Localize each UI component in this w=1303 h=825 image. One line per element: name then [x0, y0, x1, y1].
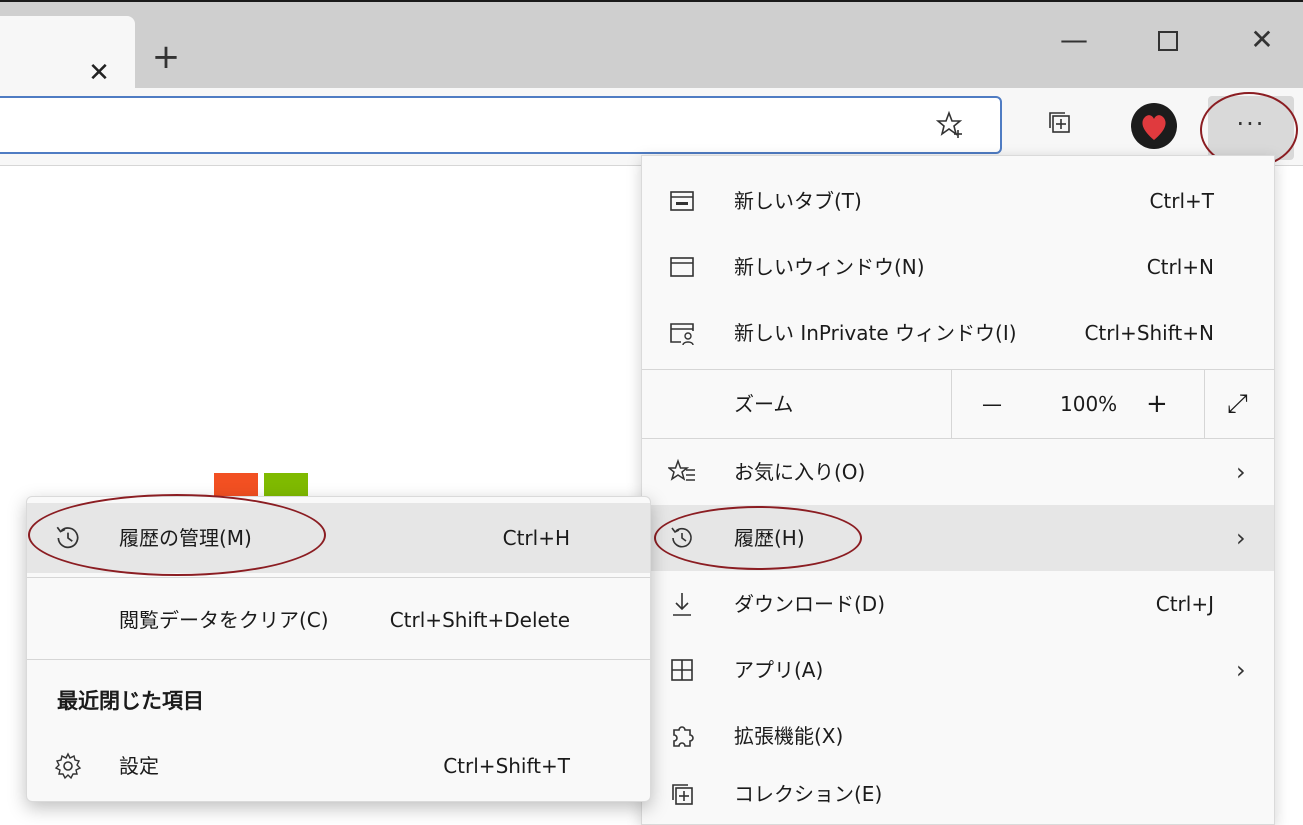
menu-item-apps[interactable]: アプリ(A) ›	[642, 637, 1274, 703]
minimize-button[interactable]: —	[1044, 20, 1104, 60]
divider	[27, 577, 650, 578]
menu-item-settings[interactable]: 設定 Ctrl+Shift+T	[27, 731, 650, 801]
menu-item-new-tab[interactable]: 新しいタブ(T) Ctrl+T	[642, 168, 1274, 234]
menu-item-label: お気に入り(O)	[734, 460, 866, 484]
zoom-out-button[interactable]: —	[982, 370, 1002, 438]
zoom-level: 100%	[1060, 392, 1118, 416]
menu-item-label: 新しいウィンドウ(N)	[734, 255, 925, 279]
shortcut: Ctrl+J	[1155, 592, 1214, 616]
chevron-right-icon: ›	[1236, 524, 1246, 552]
gear-icon	[53, 751, 83, 781]
menu-item-zoom: ズーム	[642, 370, 1274, 438]
address-bar[interactable]	[0, 96, 1002, 154]
inprivate-icon	[668, 319, 696, 347]
maximize-icon	[1158, 31, 1178, 51]
menu-item-extensions[interactable]: 拡張機能(X)	[642, 703, 1274, 769]
shortcut: Ctrl+N	[1146, 255, 1214, 279]
star-plus-icon[interactable]	[935, 110, 966, 140]
menu-item-history[interactable]: 履歴(H) ›	[642, 505, 1274, 571]
title-bar: ✕ + — ✕	[0, 0, 1303, 90]
collections-icon	[668, 780, 696, 808]
menu-item-label: 履歴(H)	[734, 526, 805, 550]
divider	[27, 659, 650, 660]
shortcut: Ctrl+H	[502, 526, 570, 550]
new-tab-button[interactable]: +	[148, 40, 184, 76]
download-icon	[668, 590, 696, 618]
shortcut: Ctrl+Shift+N	[1084, 321, 1214, 345]
menu-item-label: 拡張機能(X)	[734, 724, 844, 748]
menu-item-inprivate[interactable]: 新しい InPrivate ウィンドウ(I) Ctrl+Shift+N	[642, 300, 1274, 366]
divider	[951, 370, 952, 438]
maximize-button[interactable]	[1138, 20, 1198, 60]
history-icon	[53, 523, 83, 553]
zoom-label: ズーム	[734, 392, 794, 416]
extensions-icon	[668, 722, 696, 750]
shortcut: Ctrl+Shift+T	[443, 754, 570, 778]
avatar[interactable]	[1130, 102, 1178, 150]
window-icon	[668, 253, 696, 281]
menu-item-manage-history[interactable]: 履歴の管理(M) Ctrl+H	[27, 503, 650, 573]
menu-item-label: 新しいタブ(T)	[734, 189, 862, 213]
menu-item-favorites[interactable]: お気に入り(O) ›	[642, 439, 1274, 505]
chevron-right-icon: ›	[1236, 656, 1246, 684]
collections-icon[interactable]	[1040, 108, 1080, 148]
menu-item-label: 新しい InPrivate ウィンドウ(I)	[734, 321, 1017, 345]
menu-item-label: ダウンロード(D)	[734, 592, 886, 616]
chevron-right-icon: ›	[1236, 458, 1246, 486]
zoom-in-button[interactable]: +	[1146, 370, 1168, 438]
new-tab-icon	[668, 187, 696, 215]
shortcut: Ctrl+T	[1149, 189, 1214, 213]
shortcut: Ctrl+Shift+Delete	[389, 608, 570, 632]
menu-item-label: 閲覧データをクリア(C)	[119, 608, 329, 632]
favorites-icon	[666, 458, 696, 486]
menu-item-label: 設定	[119, 754, 159, 778]
tab-close-icon[interactable]: ✕	[84, 58, 114, 88]
menu-item-label: 履歴の管理(M)	[119, 526, 252, 550]
apps-icon	[668, 656, 696, 684]
fullscreen-button[interactable]: ⤢	[1227, 370, 1248, 438]
divider	[1204, 370, 1205, 438]
menu-item-downloads[interactable]: ダウンロード(D) Ctrl+J	[642, 571, 1274, 637]
menu-item-clear-browsing-data[interactable]: 閲覧データをクリア(C) Ctrl+Shift+Delete	[27, 585, 650, 655]
menu-item-label: アプリ(A)	[734, 658, 824, 682]
settings-menu: 新しいタブ(T) Ctrl+T 新しいウィンドウ(N) Ctrl+N 新しい I…	[641, 155, 1275, 825]
history-submenu: 履歴の管理(M) Ctrl+H 閲覧データをクリア(C) Ctrl+Shift+…	[26, 496, 651, 802]
close-window-button[interactable]: ✕	[1232, 20, 1292, 60]
history-icon	[668, 524, 696, 552]
active-tab[interactable]: ✕	[0, 16, 135, 90]
more-button[interactable]: ···	[1208, 96, 1294, 160]
recently-closed-header: 最近閉じた項目	[57, 689, 204, 713]
menu-item-new-window[interactable]: 新しいウィンドウ(N) Ctrl+N	[642, 234, 1274, 300]
